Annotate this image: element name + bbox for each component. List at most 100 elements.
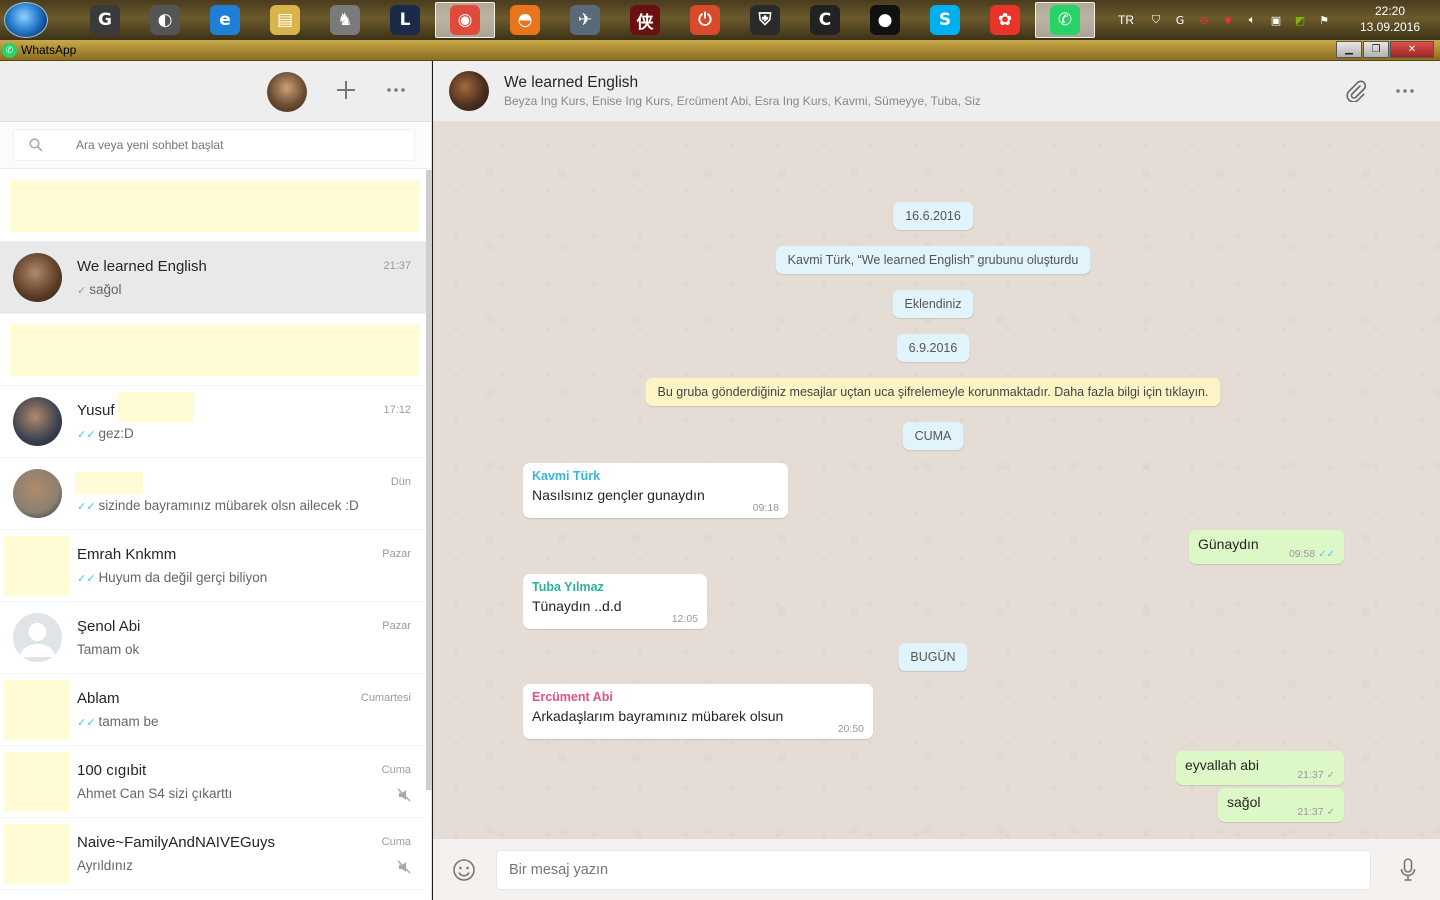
message-bubble-incoming[interactable]: Tuba Yılmaz Tünaydın ..d.d 12:05 xyxy=(523,574,707,629)
message-bubble-outgoing[interactable]: sağol 21:37 ✓ xyxy=(1218,788,1344,822)
network-icon[interactable]: ▣ xyxy=(1268,12,1284,28)
paperclip-icon xyxy=(1346,80,1366,102)
chat-list-item[interactable]: Emrah Knkmm Pazar ✓✓ Huyum da değil gerçi b… xyxy=(0,530,426,602)
message-time: 09:58 xyxy=(1288,548,1316,560)
taskbar-app-button[interactable]: e xyxy=(195,2,255,38)
taskbar-app-button[interactable]: ✈ xyxy=(555,2,615,38)
chat-last-message-text: tamam be xyxy=(98,714,159,729)
message-text: eyvallah abi xyxy=(1185,757,1259,773)
language-indicator[interactable]: TR xyxy=(1118,13,1134,27)
volume-icon[interactable]: 🔈︎ xyxy=(1244,12,1260,28)
double-tick-read-icon: ✓✓ xyxy=(77,716,96,729)
shield-icon[interactable]: ⛉ xyxy=(1148,12,1164,28)
chat-list-item[interactable]: 100 cıgıbit Cuma Ahmet Can S4 sizi çıkartt… xyxy=(0,746,426,818)
menu-button[interactable] xyxy=(381,75,411,105)
chat-last-message: Tamam ok xyxy=(77,642,139,657)
group-avatar[interactable] xyxy=(449,71,489,111)
taskbar-app-button[interactable]: 侠 xyxy=(615,2,675,38)
taskbar-app-button[interactable]: ▤ xyxy=(255,2,315,38)
search-icon xyxy=(14,138,58,152)
conversation-title: We learned English xyxy=(504,74,639,91)
double-tick-read-icon: ✓✓ xyxy=(77,428,96,441)
message-meta: 21:37 ✓ xyxy=(1297,806,1335,818)
taskbar-app-button[interactable]: ✆ xyxy=(1035,2,1095,38)
emoji-button[interactable] xyxy=(451,857,477,883)
nvidia-icon[interactable]: ◩ xyxy=(1292,12,1308,28)
new-chat-button[interactable] xyxy=(331,75,361,105)
flag-icon[interactable]: ⚑ xyxy=(1316,12,1332,28)
window-controls: ▁ ❐ ✕ xyxy=(1336,41,1434,58)
chat-list-item[interactable] xyxy=(0,170,426,242)
restore-button[interactable]: ❐ xyxy=(1363,41,1389,58)
chat-list-item[interactable]: Yusuf 17:12 ✓✓ gez:D xyxy=(0,386,426,458)
message-text: Tünaydın ..d.d xyxy=(532,598,622,614)
message-meta: 09:58 ✓✓ xyxy=(1289,548,1335,560)
message-bubble-outgoing[interactable]: eyvallah abi 21:37 ✓ xyxy=(1176,751,1344,785)
record-icon: ● xyxy=(870,5,900,35)
message-time: 12:05 xyxy=(671,613,698,625)
chat-last-message: ✓✓ sizinde bayramınız mübarek olsn ailece… xyxy=(77,498,359,513)
taskbar-app-button[interactable]: ● xyxy=(855,2,915,38)
plus-icon xyxy=(337,81,355,99)
no-entry-icon[interactable]: ⊖ xyxy=(1196,12,1212,28)
system-tray: TR ⛉ G ⊖ ♦ 🔈︎ ▣ ◩ ⚑ xyxy=(1118,0,1332,40)
message-time: 21:37 xyxy=(1297,769,1324,781)
taskbar-app-button[interactable]: ◉ xyxy=(435,2,495,38)
search-box[interactable] xyxy=(13,129,415,161)
close-button[interactable]: ✕ xyxy=(1390,41,1434,58)
start-button[interactable] xyxy=(4,2,48,38)
message-input[interactable] xyxy=(496,850,1371,890)
redacted-block xyxy=(75,472,143,494)
chat-list-item[interactable]: Şenol Abi Pazar Tamam ok xyxy=(0,602,426,674)
chat-time: Pazar xyxy=(382,620,411,632)
taskbar-app-button[interactable]: ✿ xyxy=(975,2,1035,38)
chat-list-item[interactable] xyxy=(0,314,426,386)
chat-list-scrollbar[interactable] xyxy=(426,170,432,790)
camera-icon: ◐ xyxy=(150,5,180,35)
taskbar-app-button[interactable]: ⛨ xyxy=(735,2,795,38)
whatsapp-icon: ✆ xyxy=(1050,5,1080,35)
plane-icon: ✈ xyxy=(570,5,600,35)
chat-name: Naive~FamilyAndNAIVEGuys xyxy=(77,834,275,851)
attach-button[interactable] xyxy=(1340,76,1370,106)
flame-icon[interactable]: ♦ xyxy=(1220,12,1236,28)
date-divider: 16.6.2016 xyxy=(893,202,973,230)
taskbar-app-button[interactable]: ◐ xyxy=(135,2,195,38)
taskbar-app-button[interactable]: ⏻ xyxy=(675,2,735,38)
chat-list-item[interactable]: Ablam Cumartesi ✓✓ tamam be xyxy=(0,674,426,746)
chat-avatar xyxy=(13,397,62,446)
conversation-header[interactable]: We learned English Beyza Ing Kurs, Enise… xyxy=(433,61,1440,122)
chat-avatar xyxy=(4,752,70,812)
message-bubble-incoming[interactable]: Ercüment Abi Arkadaşlarım bayramınız müb… xyxy=(523,684,873,739)
taskbar-app-button[interactable]: ♞ xyxy=(315,2,375,38)
chat-list-item[interactable]: Dün ✓✓ sizinde bayramınız mübarek olsn ail… xyxy=(0,458,426,530)
encryption-notice[interactable]: Bu gruba gönderdiğiniz mesajlar uçtan uc… xyxy=(645,378,1221,406)
clock[interactable]: 22:20 13.09.2016 xyxy=(1350,3,1430,35)
minimize-button[interactable]: ▁ xyxy=(1336,41,1362,58)
message-bubble-incoming[interactable]: Kavmi Türk Nasılsınız gençler gunaydın 0… xyxy=(523,463,788,518)
taskbar-app-button[interactable]: G xyxy=(75,2,135,38)
taskbar-app-button[interactable]: ◓ xyxy=(495,2,555,38)
chat-avatar xyxy=(13,253,62,302)
my-avatar[interactable] xyxy=(267,72,307,112)
g-tray-icon[interactable]: G xyxy=(1172,12,1188,28)
chat-list-item[interactable]: Naive~FamilyAndNAIVEGuys Cuma Ayrıldınız xyxy=(0,818,426,890)
conversation-menu-button[interactable] xyxy=(1390,76,1420,106)
dota-icon: ♞ xyxy=(330,5,360,35)
message-bubble-outgoing[interactable]: Günaydın 09:58 ✓✓ xyxy=(1189,530,1344,564)
chat-name: Ablam xyxy=(77,690,120,707)
conversation-members: Beyza Ing Kurs, Enise Ing Kurs, Ercüment… xyxy=(504,94,981,108)
message-area[interactable]: 16.6.2016 Kavmi Türk, “We learned Englis… xyxy=(433,122,1440,838)
chat-avatar xyxy=(13,613,62,662)
taskbar-app-button[interactable]: C xyxy=(795,2,855,38)
clock-time: 22:20 xyxy=(1374,4,1406,18)
window-titlebar[interactable]: ✆ WhatsApp ▁ ❐ ✕ xyxy=(0,40,1440,61)
taskbar-app-button[interactable]: L xyxy=(375,2,435,38)
chat-list-item[interactable]: We learned English 21:37 ✓ sağol xyxy=(0,242,426,314)
search-input[interactable] xyxy=(76,138,396,152)
voice-record-button[interactable] xyxy=(1395,856,1421,884)
conversation-pane: We learned English Beyza Ing Kurs, Enise… xyxy=(433,61,1440,900)
taskbar-app-button[interactable]: S xyxy=(915,2,975,38)
more-dots-icon xyxy=(387,88,405,92)
clock-date: 13.09.2016 xyxy=(1359,20,1421,34)
